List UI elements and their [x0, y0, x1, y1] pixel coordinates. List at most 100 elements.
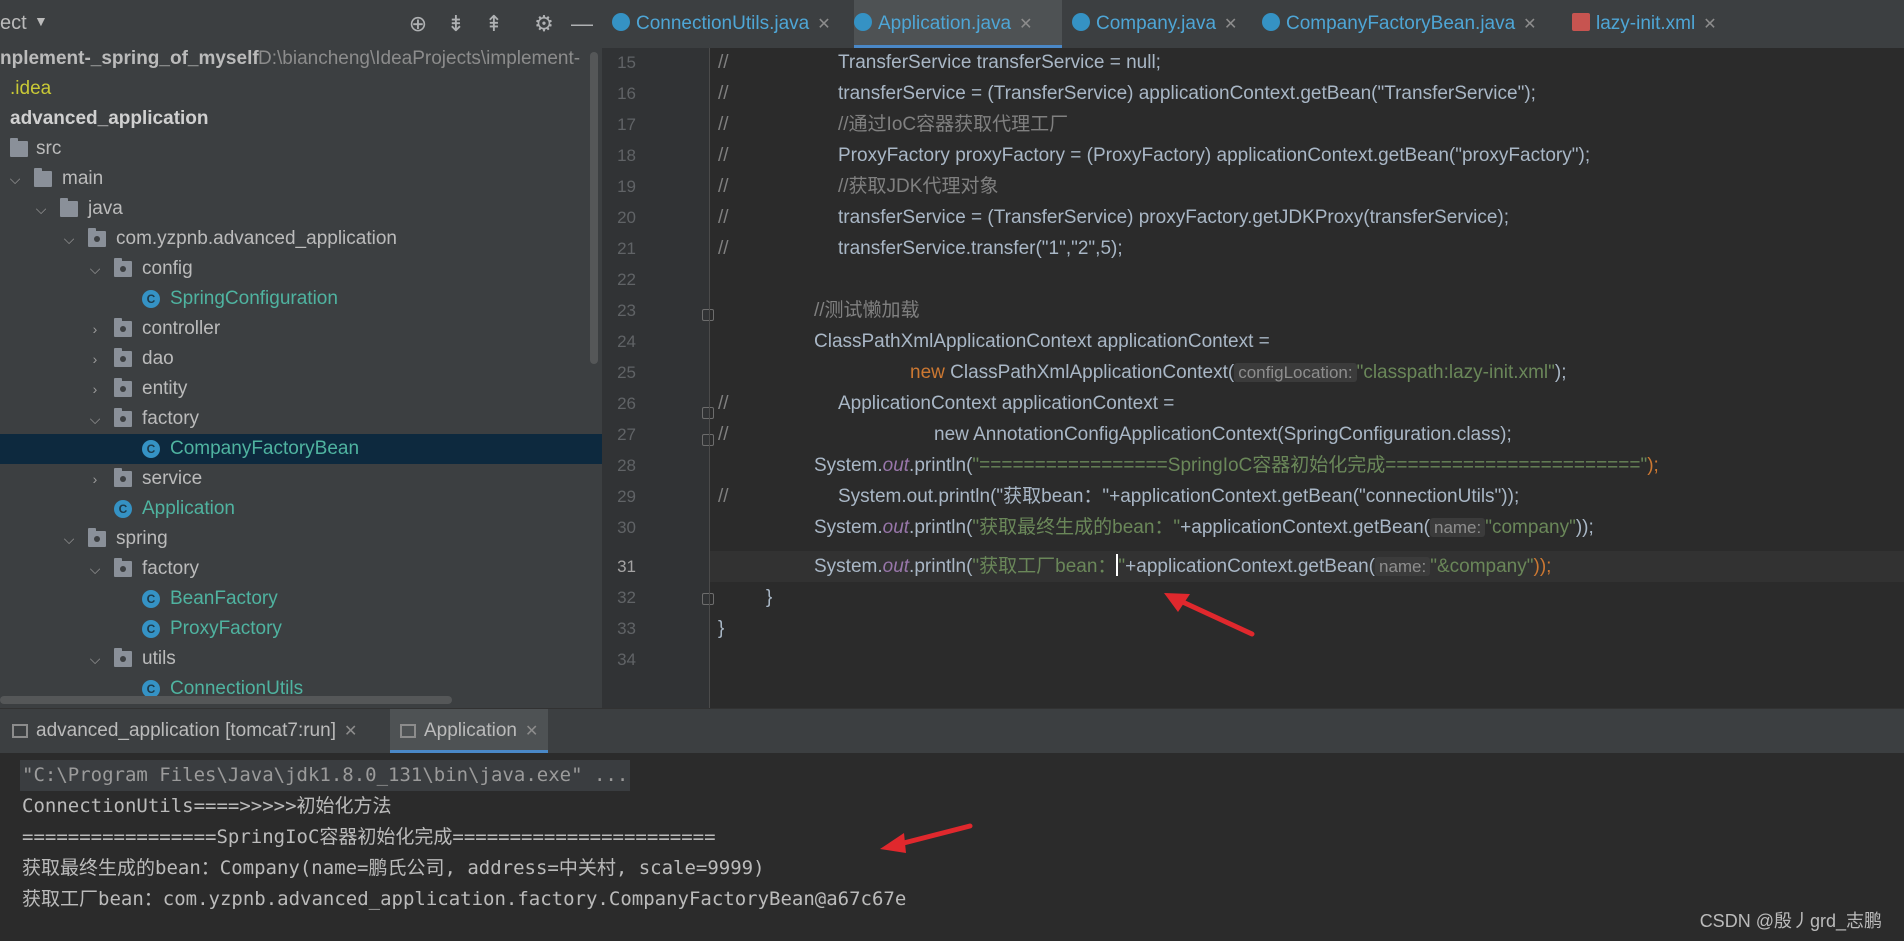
code-line-28: System.out.println("=================Spr… — [814, 450, 1659, 481]
chevron-right-icon[interactable]: › — [88, 344, 102, 374]
tree-item-folder[interactable]: › controller — [0, 314, 602, 344]
tree-item-folder[interactable]: src — [0, 134, 602, 164]
line-number: 18 — [617, 146, 636, 165]
editor-tab-bar: ConnectionUtils.java ✕ Application.java ✕ Co… — [602, 0, 1904, 49]
editor-tab[interactable]: lazy-init.xml ✕ — [1572, 0, 1742, 48]
run-tab[interactable]: advanced_application [tomcat7:run] ✕ — [2, 709, 367, 753]
tree-item-folder[interactable]: ⌵ java — [0, 194, 602, 224]
fold-marker[interactable] — [702, 407, 714, 419]
code-text: +applicationContext.getBean( — [1125, 556, 1375, 577]
project-view-selector[interactable]: ect — [0, 12, 27, 35]
tree-root[interactable]: nplement-_spring_of_myself D:\biancheng\… — [0, 44, 602, 74]
chevron-down-icon[interactable]: ⌵ — [88, 554, 102, 584]
static-field: out — [882, 455, 910, 476]
line-number: 22 — [617, 270, 636, 289]
fold-marker[interactable] — [702, 434, 714, 446]
editor-tab[interactable]: Application.java ✕ — [854, 0, 1062, 48]
tree-item-class[interactable]: C SpringConfiguration — [0, 284, 602, 314]
tree-item-folder[interactable]: ⌵ spring — [0, 524, 602, 554]
run-panel: advanced_application [tomcat7:run] ✕ Appli… — [0, 708, 1904, 941]
chevron-down-icon[interactable]: ⌵ — [62, 524, 76, 554]
chevron-right-icon[interactable]: › — [88, 374, 102, 404]
gear-icon[interactable]: ⚙ — [530, 10, 558, 38]
tree-item-folder[interactable]: ⌵ utils — [0, 644, 602, 674]
chevron-down-icon[interactable]: ⌵ — [88, 254, 102, 284]
editor-tab[interactable]: ConnectionUtils.java ✕ — [612, 0, 844, 48]
tree-item-folder[interactable]: › service — [0, 464, 602, 494]
locate-icon[interactable]: ⊕ — [404, 10, 432, 38]
string-literal: "获取工厂bean： — [972, 556, 1117, 577]
tree-item-folder[interactable]: › dao — [0, 344, 602, 374]
tree-item-folder[interactable]: › entity — [0, 374, 602, 404]
editor-tab-label: ConnectionUtils.java — [636, 13, 810, 34]
close-icon[interactable]: ✕ — [1019, 16, 1032, 33]
editor-tab[interactable]: Company.java ✕ — [1072, 0, 1252, 48]
close-icon[interactable]: ✕ — [817, 16, 830, 33]
parameter-hint: name: — [1429, 518, 1486, 537]
chevron-down-icon[interactable]: ⌵ — [88, 404, 102, 434]
chevron-down-icon[interactable]: ⌵ — [34, 194, 48, 224]
line-number: 32 — [617, 588, 636, 607]
code-text: System. — [814, 455, 883, 476]
close-icon[interactable]: ✕ — [525, 723, 538, 740]
code-text: transferService = (TransferService) appl… — [838, 83, 1536, 104]
line-number: 30 — [617, 518, 636, 537]
code-line-16: // transferService = (TransferService) ap… — [718, 78, 1536, 109]
line-number: 24 — [617, 332, 636, 351]
close-icon[interactable]: ✕ — [1523, 16, 1536, 33]
class-icon: C — [142, 440, 160, 458]
fold-marker[interactable] — [702, 593, 714, 605]
tree-item-folder[interactable]: ⌵ factory — [0, 404, 602, 434]
code-line-31: System.out.println("获取工厂bean： "+applicati… — [814, 551, 1551, 582]
tree-item-class[interactable]: C ProxyFactory — [0, 614, 602, 644]
horizontal-scrollbar[interactable] — [0, 696, 452, 704]
expand-all-icon[interactable]: ⇟ — [442, 10, 470, 38]
project-toolbar: ect ▼ ⊕ ⇟ ⇞ ⚙ — — [0, 0, 602, 48]
tree-item-folder[interactable]: ⌵ config — [0, 254, 602, 284]
chevron-right-icon[interactable]: › — [88, 464, 102, 494]
code-line-30: System.out.println("获取最终生成的bean："+applic… — [814, 512, 1594, 543]
tree-item-folder[interactable]: .idea — [0, 74, 602, 104]
chevron-down-icon[interactable]: ⌵ — [8, 164, 22, 194]
parameter-hint: name: — [1374, 557, 1431, 576]
tree-item-folder[interactable]: ⌵ factory — [0, 554, 602, 584]
run-tab[interactable]: Application ✕ — [390, 709, 549, 753]
editor-tab-label: CompanyFactoryBean.java — [1286, 13, 1516, 34]
chevron-down-icon[interactable]: ▼ — [34, 13, 48, 29]
code-line-15: // TransferService transferService = null… — [718, 47, 1161, 78]
tree-item-class[interactable]: C Application — [0, 494, 602, 524]
watermark: CSDN @殷丿grd_志鹏 — [1699, 911, 1882, 931]
code-line-21: // transferService.transfer("1","2",5); — [718, 233, 1123, 264]
chevron-down-icon[interactable]: ⌵ — [62, 224, 76, 254]
tree-item-label: com.yzpnb.advanced_application — [116, 228, 397, 249]
tree-item-label: ProxyFactory — [170, 618, 282, 639]
string-literal: "classpath:lazy-init.xml" — [1356, 362, 1555, 383]
static-field: out — [882, 517, 910, 538]
root-project-path: D:\biancheng\IdeaProjects\implement- — [258, 48, 581, 69]
tree-item-label: CompanyFactoryBean — [170, 438, 360, 459]
vertical-scrollbar[interactable] — [590, 52, 598, 364]
indent-guide — [709, 48, 710, 708]
code-line-17: // //通过IoC容器获取代理工厂 — [718, 109, 1068, 140]
editor-tab-label: Company.java — [1096, 13, 1217, 34]
line-number: 31 — [617, 557, 636, 576]
close-icon[interactable]: ✕ — [1224, 16, 1237, 33]
tree-item-class[interactable]: C BeanFactory — [0, 584, 602, 614]
editor-tab-label: Application.java — [878, 13, 1012, 34]
package-icon — [88, 228, 106, 247]
close-icon[interactable]: ✕ — [344, 723, 357, 740]
code-line-18: // ProxyFactory proxyFactory = (ProxyFact… — [718, 140, 1590, 171]
editor-tab[interactable]: CompanyFactoryBean.java ✕ — [1262, 0, 1562, 48]
fold-marker[interactable] — [702, 309, 714, 321]
chevron-right-icon[interactable]: › — [88, 314, 102, 344]
annotation-arrow — [1164, 593, 1255, 637]
collapse-all-icon[interactable]: ⇞ — [480, 10, 508, 38]
close-icon[interactable]: ✕ — [1703, 16, 1716, 33]
minimize-icon[interactable]: — — [568, 10, 596, 38]
tree-item-folder[interactable]: advanced_application — [0, 104, 602, 134]
chevron-down-icon[interactable]: ⌵ — [88, 644, 102, 674]
tree-item-folder[interactable]: ⌵ main — [0, 164, 602, 194]
tree-item-class[interactable]: C CompanyFactoryBean — [0, 434, 602, 464]
tree-item-folder[interactable]: ⌵ com.yzpnb.advanced_application — [0, 224, 602, 254]
code-text: //通过IoC容器获取代理工厂 — [838, 114, 1069, 135]
